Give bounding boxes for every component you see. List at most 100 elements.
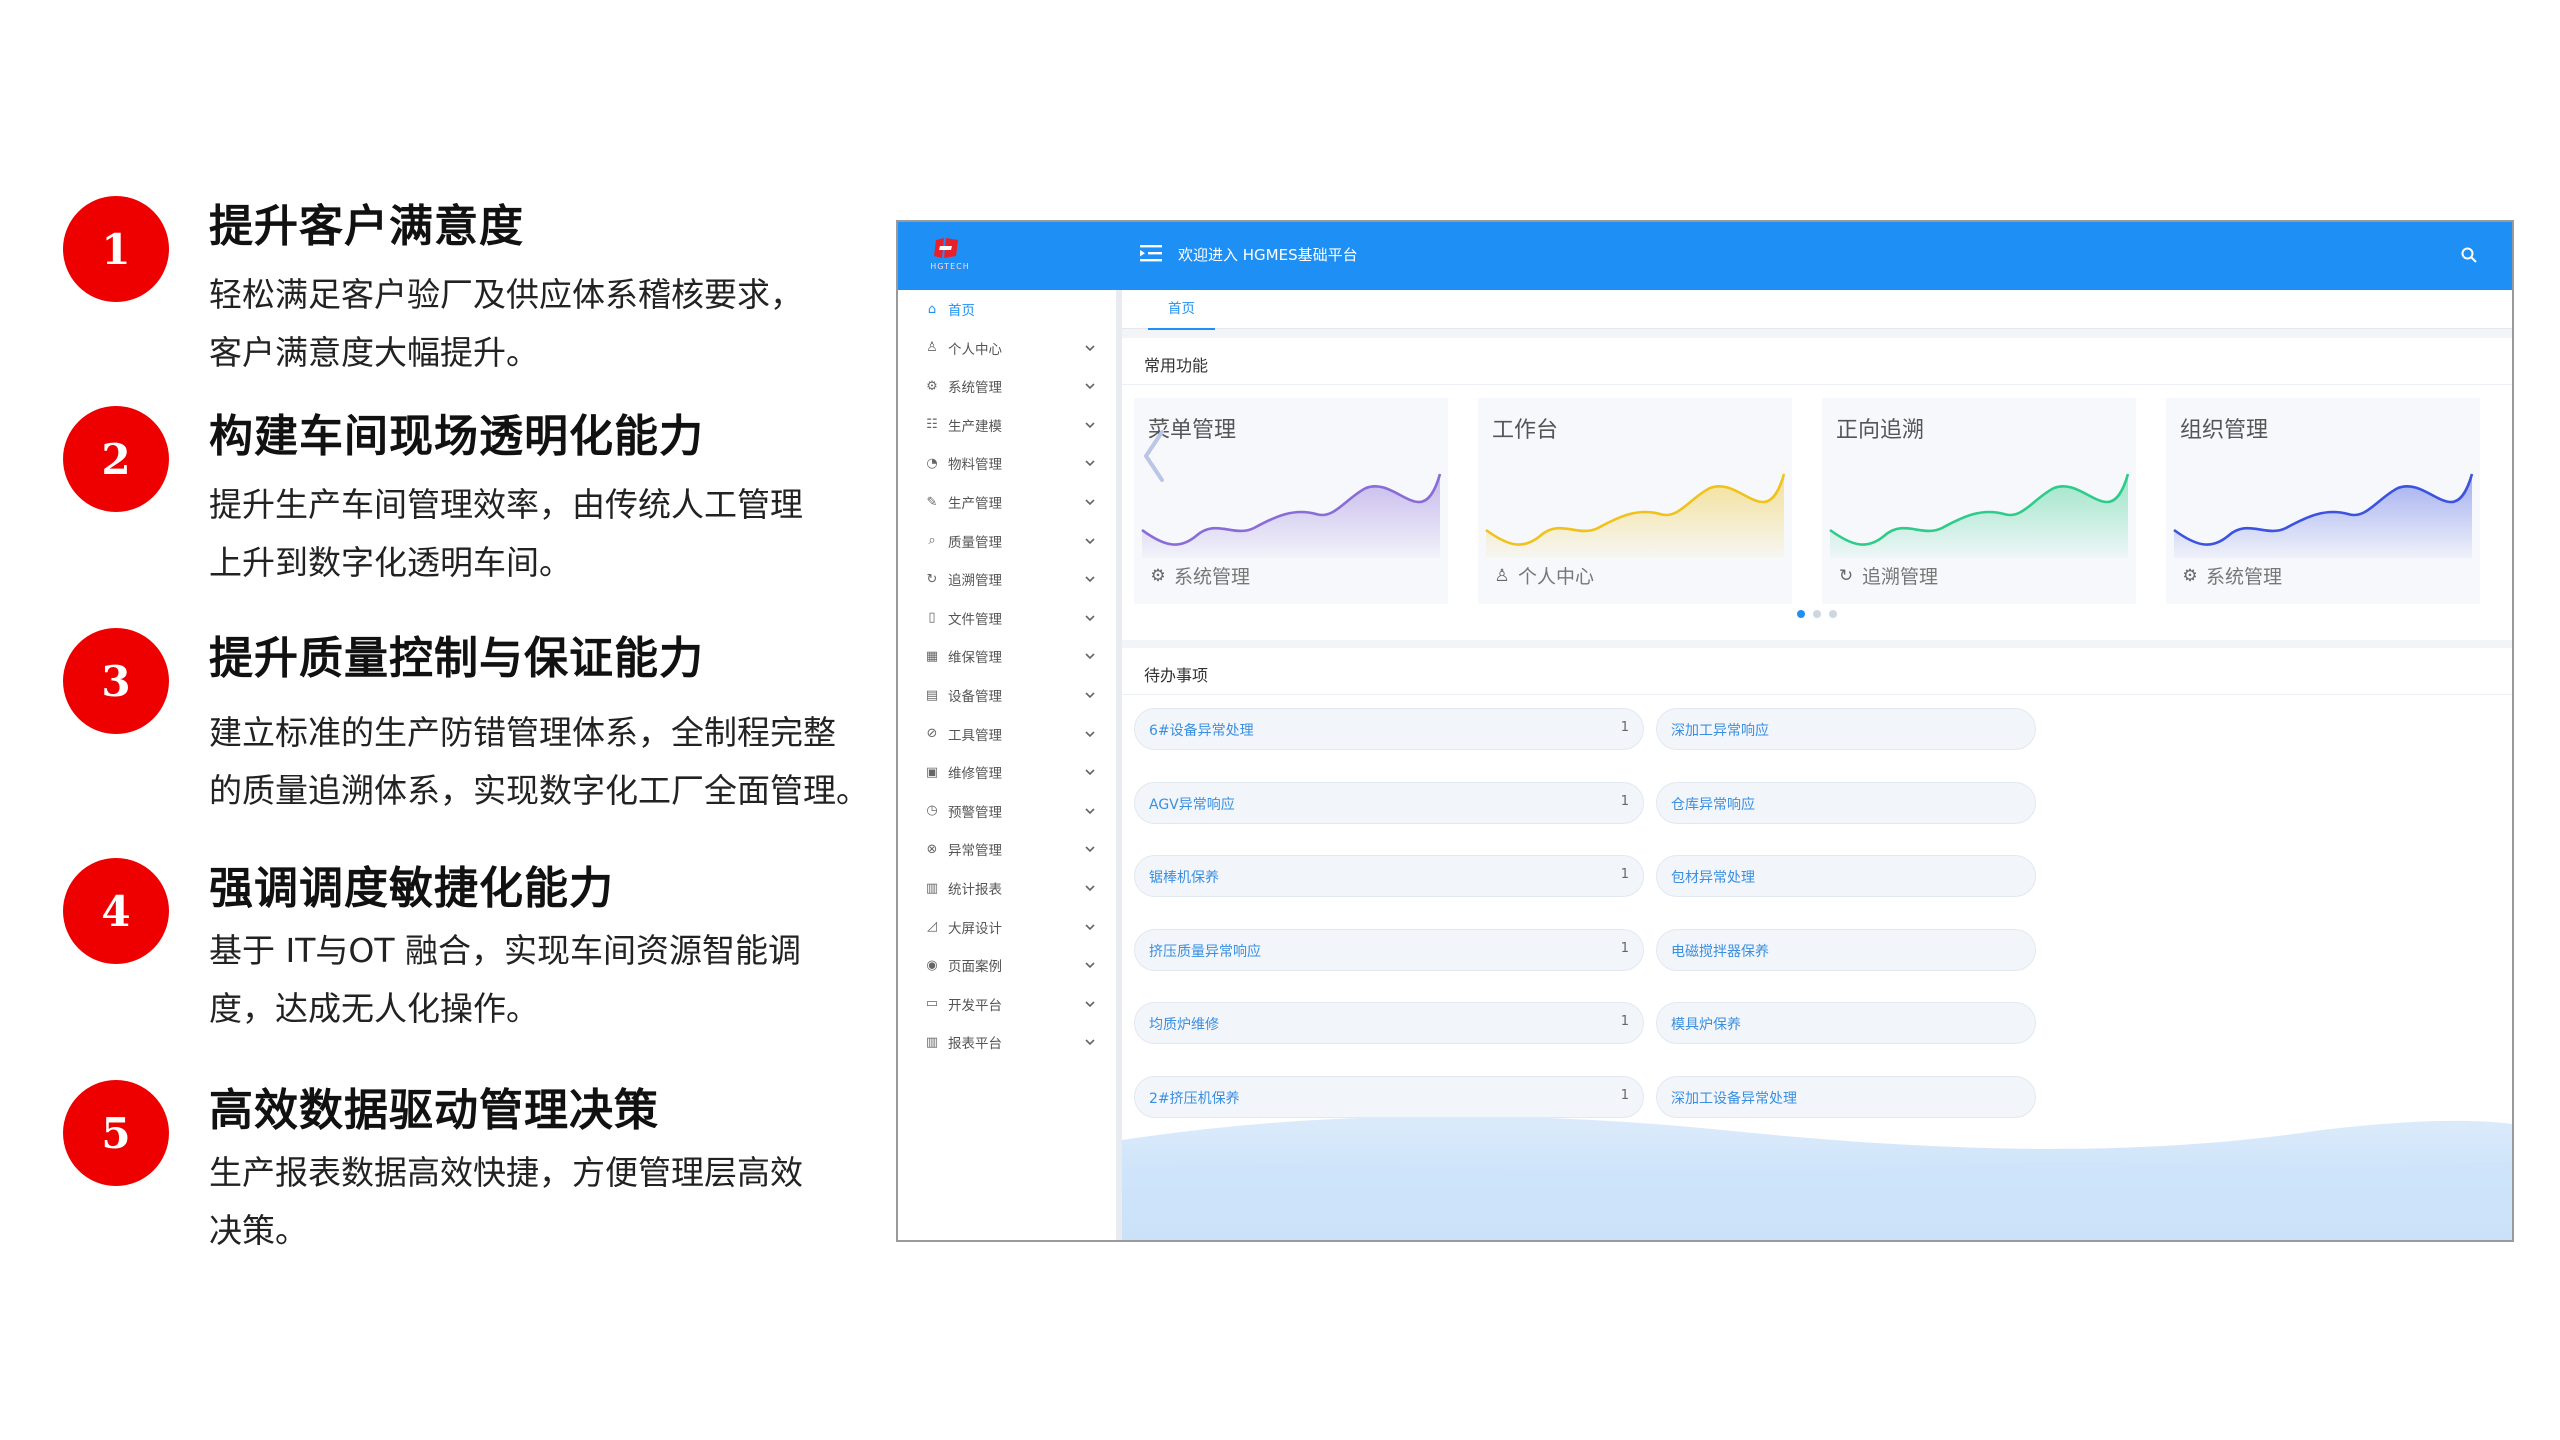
sidebar-item[interactable]: ▥ 统计报表 xyxy=(898,869,1116,907)
sidebar-item[interactable]: ▤ 设备管理 xyxy=(898,676,1116,714)
line-chart-icon: ◿ xyxy=(927,919,937,935)
gear-icon: ⚙ xyxy=(926,378,938,394)
sidebar-item[interactable]: ◿ 大屏设计 xyxy=(898,908,1116,946)
sidebar-item[interactable]: ✎ 生产管理 xyxy=(898,483,1116,521)
sidebar-item[interactable]: ↻ 追溯管理 xyxy=(898,560,1116,598)
todo-item[interactable]: 2#挤压机保养 1 xyxy=(1134,1075,1644,1118)
sidebar: ⌂ 首页 ♙ 个人中心 ⚙ 系统管理 ☷ 生产建模 ◔ 物料管理 ✎ 生产管理 ⌕ 质量管理 ↻ 追溯管理 ▯ 文… xyxy=(898,290,1122,1240)
tab-home[interactable]: 首页 xyxy=(1148,290,1215,330)
sidebar-item[interactable]: ⌂ 首页 xyxy=(898,290,1116,328)
todo-item[interactable]: 锯棒机保养 1 xyxy=(1134,855,1644,897)
sidebar-item-label: 文件管理 xyxy=(948,611,1002,628)
file-icon: ▯ xyxy=(928,610,936,626)
box-icon: ◔ xyxy=(926,455,938,471)
todo-count: 1 xyxy=(1620,867,1629,882)
chevron-down-icon[interactable] xyxy=(1084,728,1096,740)
logo-icon xyxy=(934,238,958,258)
refresh-icon: ↻ xyxy=(926,571,938,587)
feature-title: 提升客户满意度 xyxy=(209,201,524,252)
todo-item[interactable]: 深加工设备异常处理 xyxy=(1656,1075,2036,1118)
sidebar-item[interactable]: ▦ 维保管理 xyxy=(898,637,1116,675)
chevron-down-icon[interactable] xyxy=(1084,573,1096,585)
monitor-icon: ▭ xyxy=(925,996,939,1012)
common-functions-panel: 常用功能 菜单管理 ⚙ 系统管理 工作台 ♙ 个人中心 正向追溯 ↻ 追溯管理 组织管理 ⚙ 系统管理 xyxy=(1122,338,2512,640)
sidebar-item[interactable]: ◷ 预警管理 xyxy=(898,792,1116,830)
todo-item[interactable]: 模具炉保养 xyxy=(1656,1002,2036,1044)
user-icon: ♙ xyxy=(1494,565,1510,586)
todo-item[interactable]: AGV异常响应 1 xyxy=(1134,781,1644,824)
chevron-down-icon[interactable] xyxy=(1084,959,1096,971)
sidebar-item[interactable]: ⌕ 质量管理 xyxy=(898,522,1116,560)
sidebar-item-label: 生产管理 xyxy=(948,496,1002,512)
feature-title: 构建车间现场透明化能力 xyxy=(209,411,704,462)
sidebar-item-label: 大屏设计 xyxy=(948,920,1002,937)
sidebar-item[interactable]: ☷ 生产建模 xyxy=(898,406,1116,444)
sidebar-item-label: 生产建模 xyxy=(948,418,1002,435)
chevron-down-icon[interactable] xyxy=(1084,419,1096,431)
chevron-down-icon[interactable] xyxy=(1084,998,1096,1010)
chevron-down-icon[interactable] xyxy=(1084,457,1096,469)
sidebar-item[interactable]: ◉ 页面案例 xyxy=(898,946,1116,984)
chevron-down-icon[interactable] xyxy=(1084,650,1096,662)
chevron-down-icon[interactable] xyxy=(1084,689,1096,701)
feature-description: 基于 IT与OT 融合，实现车间资源智能调 度，达成无人化操作。 xyxy=(209,931,802,1028)
carousel-dot[interactable] xyxy=(1797,610,1805,618)
todo-item[interactable]: 深加工异常响应 xyxy=(1656,708,2036,750)
number-badge: 4 xyxy=(63,858,169,964)
chevron-down-icon[interactable] xyxy=(1084,496,1096,508)
chevron-down-icon[interactable] xyxy=(1084,882,1096,894)
chevron-down-icon[interactable] xyxy=(1084,1036,1096,1048)
sidebar-item[interactable]: ⚙ 系统管理 xyxy=(898,367,1116,405)
sidebar-item[interactable]: ▣ 维修管理 xyxy=(898,753,1116,791)
sidebar-item[interactable]: ⊗ 异常管理 xyxy=(898,830,1116,868)
function-card[interactable]: 组织管理 ⚙ 系统管理 xyxy=(2166,398,2480,604)
sidebar-item[interactable]: ♙ 个人中心 xyxy=(898,329,1116,367)
sidebar-item-label: 开发平台 xyxy=(948,997,1002,1014)
chevron-down-icon[interactable] xyxy=(1084,612,1096,624)
chevron-down-icon[interactable] xyxy=(1084,342,1096,354)
todo-label: 仓库异常响应 xyxy=(1671,796,1755,813)
carousel-prev-icon[interactable] xyxy=(1140,426,1166,486)
card-title: 组织管理 xyxy=(2180,418,2269,443)
carousel-dot[interactable] xyxy=(1813,610,1821,618)
function-card[interactable]: 工作台 ♙ 个人中心 xyxy=(1478,398,1792,604)
function-card[interactable]: 菜单管理 ⚙ 系统管理 xyxy=(1134,398,1448,604)
top-bar: HGTECH 欢迎进入 HGMES基础平台 xyxy=(898,222,2512,290)
menu-fold-icon[interactable] xyxy=(1138,240,1166,268)
sidebar-item-label: 系统管理 xyxy=(948,380,1002,397)
function-card[interactable]: 正向追溯 ↻ 追溯管理 xyxy=(1822,398,2136,604)
sidebar-item[interactable]: ◔ 物料管理 xyxy=(898,444,1116,482)
sidebar-item[interactable]: ▭ 开发平台 xyxy=(898,985,1116,1023)
search-icon[interactable] xyxy=(2460,246,2478,264)
carousel-dot[interactable] xyxy=(1829,610,1837,618)
card-category-label: 追溯管理 xyxy=(1862,566,1939,588)
chevron-down-icon[interactable] xyxy=(1084,535,1096,547)
sidebar-item[interactable]: ⊘ 工具管理 xyxy=(898,715,1116,753)
sidebar-item-label: 个人中心 xyxy=(948,341,1002,358)
chevron-down-icon[interactable] xyxy=(1084,921,1096,933)
sidebar-item-label: 预警管理 xyxy=(948,804,1002,821)
sidebar-item[interactable]: ▯ 文件管理 xyxy=(898,599,1116,637)
gear-icon: ⚙ xyxy=(2182,565,2198,586)
todo-item[interactable]: 均质炉维修 1 xyxy=(1134,1002,1644,1044)
chevron-down-icon[interactable] xyxy=(1084,380,1096,392)
todo-item[interactable]: 挤压质量异常响应 1 xyxy=(1134,928,1644,971)
todo-label: 深加工设备异常处理 xyxy=(1671,1090,1797,1107)
wave-graphic xyxy=(2173,473,2474,558)
todo-item[interactable]: 仓库异常响应 xyxy=(1656,781,2036,824)
card-category-label: 系统管理 xyxy=(2206,566,2283,588)
todo-label: 锯棒机保养 xyxy=(1149,870,1219,886)
sidebar-item-label: 工具管理 xyxy=(948,727,1002,744)
chevron-down-icon[interactable] xyxy=(1084,805,1096,817)
sidebar-item-label: 报表平台 xyxy=(948,1036,1002,1053)
number-badge: 2 xyxy=(63,406,169,512)
chevron-down-icon[interactable] xyxy=(1084,766,1096,778)
todo-label: 2#挤压机保养 xyxy=(1149,1090,1240,1107)
sidebar-item[interactable]: ▥ 报表平台 xyxy=(898,1023,1116,1061)
sidebar-item-label: 页面案例 xyxy=(948,959,1002,976)
todo-item[interactable]: 6#设备异常处理 1 xyxy=(1134,708,1644,750)
card-category: ↻ 追溯管理 xyxy=(1836,562,1938,589)
todo-item[interactable]: 电磁搅拌器保养 xyxy=(1656,928,2036,971)
chevron-down-icon[interactable] xyxy=(1084,843,1096,855)
todo-item[interactable]: 包材异常处理 xyxy=(1656,855,2036,897)
